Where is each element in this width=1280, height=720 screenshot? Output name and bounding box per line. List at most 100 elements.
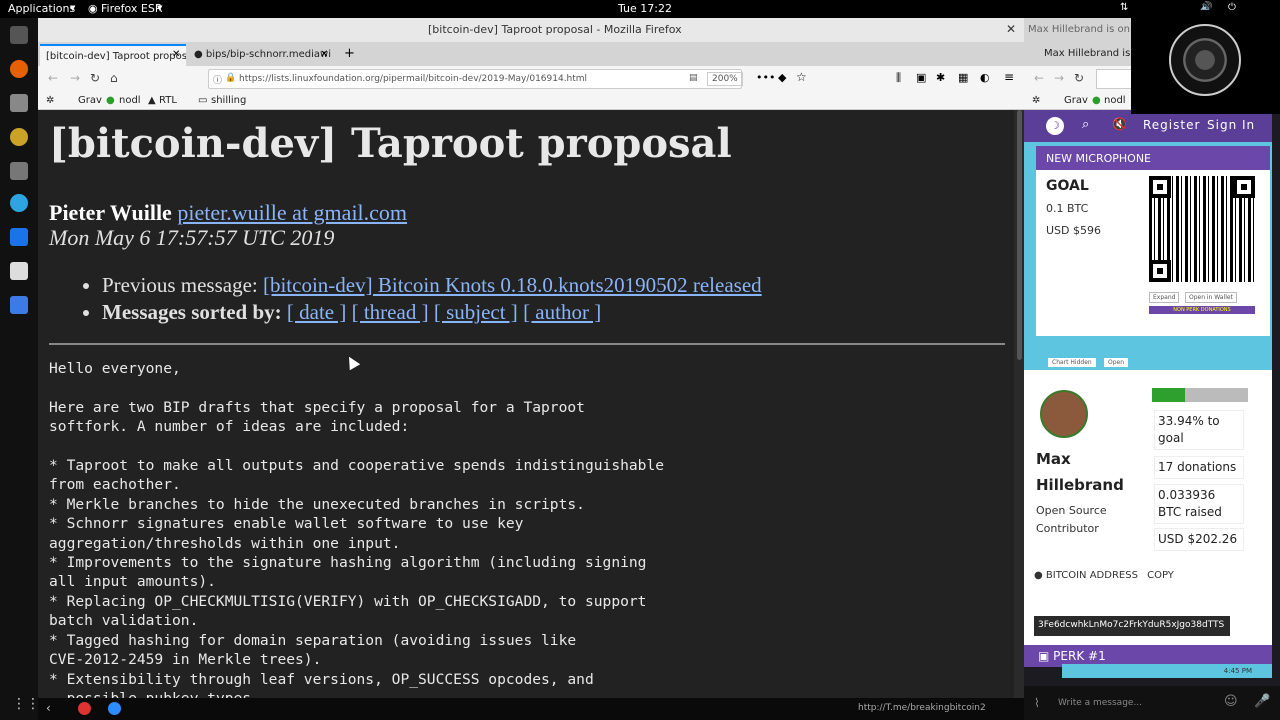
hamburger-menu-icon[interactable]: ≡	[1004, 70, 1014, 84]
campaign-title: NEW MICROPHONE	[1036, 146, 1270, 170]
tallycoin-header: ☽ ⌕ 🔇 Register Sign In	[1024, 110, 1272, 142]
dark-mode-icon[interactable]: ◐	[980, 71, 990, 84]
bitcoin-address[interactable]: 3Fe6dcwhkLnMo7c2FrkYduR5xJgo38dTTS	[1034, 616, 1230, 636]
chat-input-bar: ⌇ Write a message... ☺ 🎤	[1024, 686, 1280, 720]
record-icon[interactable]	[78, 702, 91, 715]
applications-menu[interactable]: Applications	[8, 2, 75, 15]
gift-icon: ▣	[1038, 649, 1050, 663]
search-icon[interactable]: ⌕	[1082, 117, 1089, 132]
page-actions-icon[interactable]: •••	[756, 71, 775, 84]
window-titlebar[interactable]: [bitcoin-dev] Taproot proposal - Mozilla…	[38, 18, 1024, 42]
open-wallet-button[interactable]: Open in Wallet	[1185, 292, 1237, 303]
reload-icon[interactable]: ↻	[1074, 71, 1084, 85]
chart-hidden-button[interactable]: Chart Hidden	[1048, 358, 1096, 367]
sort-subject-link[interactable]: [ subject ]	[434, 300, 518, 324]
info-icon[interactable]: ⓘ	[213, 73, 222, 86]
microphone-icon[interactable]: 🎤	[1254, 694, 1270, 709]
window-title: [bitcoin-dev] Taproot proposal - Mozilla…	[428, 23, 682, 36]
clock[interactable]: Tue 17:22	[618, 2, 672, 15]
secondary-browser-window: Max Hillebrand is on Ta Max Hillebrand i…	[1024, 18, 1280, 720]
home-icon[interactable]: ⌂	[110, 71, 118, 85]
sort-author-link[interactable]: [ author ]	[523, 300, 601, 324]
zoom-app-icon[interactable]	[108, 702, 121, 715]
reload-icon[interactable]: ↻	[90, 71, 100, 85]
navigation-toolbar: ← → ↻ ⌂ ⓘ 🔒 https://lists.linuxfoundatio…	[38, 66, 1024, 92]
post-date: Mon May 6 17:57:57 UTC 2019	[49, 225, 335, 250]
chat-input[interactable]: Write a message...	[1058, 698, 1142, 708]
tab-bip-schnorr[interactable]: ● bips/bip-schnorr.mediawi	[188, 44, 334, 66]
library-icon[interactable]: ⫼	[896, 71, 901, 85]
bookmark-rtl[interactable]: RTL	[159, 95, 177, 106]
flower-of-life-icon	[1169, 24, 1241, 96]
mute-icon[interactable]: 🔇	[1112, 117, 1127, 131]
bookmark-nodl[interactable]: nodl	[1104, 95, 1126, 106]
chat-icon[interactable]	[10, 228, 28, 246]
wallet-icon[interactable]	[10, 128, 28, 146]
scrollbar-thumb[interactable]	[1017, 110, 1022, 360]
stream-logo	[1131, 10, 1280, 114]
files-icon[interactable]	[10, 94, 28, 112]
app-grid-icon[interactable]: ⋮⋮	[12, 696, 40, 712]
sorted-label: Messages sorted by:	[102, 300, 282, 324]
extension-icon[interactable]: ✱	[936, 71, 945, 84]
prev-message-link[interactable]: [bitcoin-dev] Bitcoin Knots 0.18.0.knots…	[263, 273, 762, 297]
qr-marker	[1149, 176, 1171, 198]
attach-icon[interactable]: ⌇	[1034, 696, 1040, 710]
tab-close-icon[interactable]: ✕	[172, 49, 180, 60]
divider	[49, 343, 1005, 345]
back-arrow-icon[interactable]: ‹	[46, 701, 51, 715]
url-text[interactable]: https://lists.linuxfoundation.org/piperm…	[239, 74, 587, 84]
new-tab-icon[interactable]: +	[344, 46, 355, 61]
author-name: Pieter Wuille	[49, 200, 172, 225]
reader-mode-icon[interactable]: ▤	[689, 73, 698, 83]
qr-marker	[1149, 260, 1171, 282]
pocket-icon[interactable]: ◆	[778, 71, 786, 84]
messenger-icon[interactable]	[10, 296, 28, 314]
creator-name: Max Hillebrand	[1036, 450, 1124, 494]
lock-icon: 🔒	[225, 73, 237, 83]
secondary-url-bar[interactable]	[1096, 69, 1136, 89]
firefox-icon[interactable]	[10, 60, 28, 78]
copy-button[interactable]: COPY	[1147, 570, 1174, 581]
sort-thread-link[interactable]: [ thread ]	[352, 300, 429, 324]
bookmark-nodl[interactable]: nodl	[119, 95, 141, 106]
sidebar-icon[interactable]: ▣	[916, 71, 926, 84]
firefox-app-icon: ◉	[88, 2, 98, 15]
terminal-icon[interactable]	[10, 26, 28, 44]
forward-icon[interactable]: →	[1054, 71, 1064, 85]
settings-icon[interactable]	[10, 162, 28, 180]
donation-count: 17 donations	[1154, 456, 1244, 479]
message-body: Hello everyone, Here are two BIP drafts …	[49, 360, 665, 707]
back-icon[interactable]: ←	[48, 71, 58, 85]
signin-link[interactable]: Sign In	[1207, 118, 1255, 132]
register-link[interactable]: Register	[1143, 118, 1200, 132]
bookmark-grav[interactable]: Grav	[1064, 95, 1088, 106]
site-logo-icon[interactable]: ☽	[1046, 117, 1064, 135]
container-icon[interactable]: ▦	[958, 71, 968, 84]
goal-btc: 0.1 BTC	[1046, 202, 1089, 215]
network-icon[interactable]: ⇅	[1120, 2, 1128, 13]
sorted-by-item: Messages sorted by: [ date ] [ thread ] …	[102, 300, 762, 325]
bookmark-icon: ▲	[148, 95, 156, 106]
secondary-title: Max Hillebrand is on Ta	[1028, 24, 1144, 35]
author-email-link[interactable]: pieter.wuille at gmail.com	[177, 200, 407, 225]
bookmark-grav[interactable]: Grav	[78, 95, 102, 106]
back-icon[interactable]: ←	[1034, 71, 1044, 85]
forward-icon[interactable]: →	[70, 71, 80, 85]
tab-taproot[interactable]: [bitcoin-dev] Taproot propos	[40, 44, 186, 66]
url-bar[interactable]: ⓘ 🔒 https://lists.linuxfoundation.org/pi…	[208, 69, 743, 89]
firefox-menu[interactable]: Firefox ESR	[101, 2, 162, 15]
bookmark-star-icon[interactable]: ☆	[796, 70, 807, 84]
launcher-dock: ⋮⋮	[0, 18, 40, 720]
expand-button[interactable]: Expand	[1149, 292, 1180, 303]
tab-close-icon[interactable]: ✕	[320, 49, 328, 60]
bookmark-shilling[interactable]: shilling	[211, 95, 246, 106]
editor-icon[interactable]	[10, 262, 28, 280]
zoom-level[interactable]: 200%	[707, 72, 743, 86]
sort-date-link[interactable]: [ date ]	[287, 300, 346, 324]
close-icon[interactable]: ✕	[1006, 22, 1016, 36]
emoji-icon[interactable]: ☺	[1224, 694, 1238, 709]
telegram-icon[interactable]	[10, 194, 28, 212]
avatar[interactable]	[1040, 390, 1088, 438]
open-button[interactable]: Open	[1104, 358, 1129, 367]
